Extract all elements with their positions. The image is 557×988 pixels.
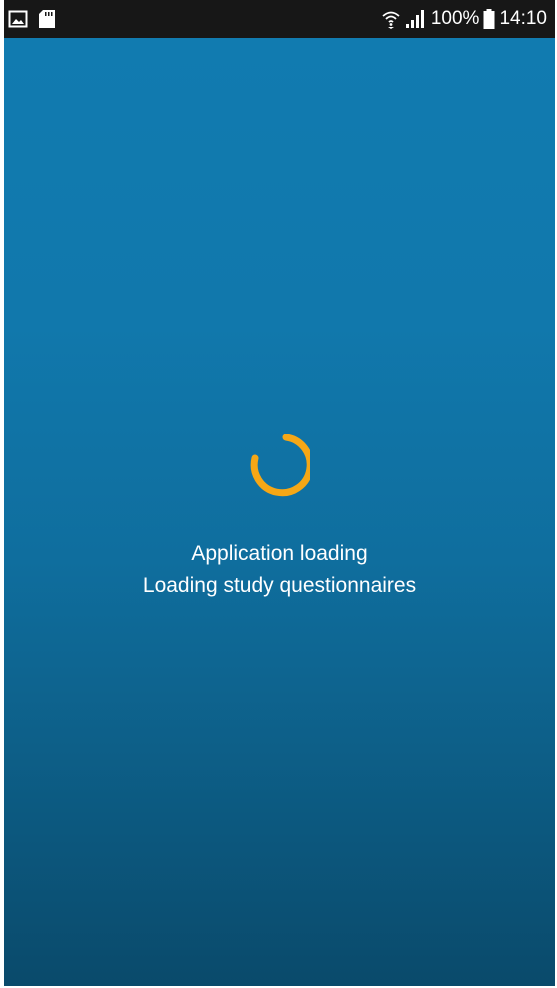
loading-screen: Application loading Loading study questi… <box>4 38 555 986</box>
status-bar-right: 100% 14:10 <box>381 8 547 30</box>
gallery-icon <box>8 10 28 28</box>
status-bar-left <box>8 9 56 29</box>
sd-card-icon <box>38 9 56 29</box>
wifi-icon <box>381 9 401 29</box>
loading-title: Application loading <box>191 542 368 565</box>
status-time: 14:10 <box>499 8 547 29</box>
loading-spinner-icon <box>250 434 310 497</box>
loading-detail: Loading study questionnaires <box>142 574 417 597</box>
loading-message: Application loading Loading study questi… <box>4 538 555 602</box>
battery-percentage: 100% <box>430 8 480 29</box>
signal-icon <box>405 9 427 29</box>
status-bar: 100% 14:10 <box>4 0 555 38</box>
battery-icon <box>483 9 495 29</box>
